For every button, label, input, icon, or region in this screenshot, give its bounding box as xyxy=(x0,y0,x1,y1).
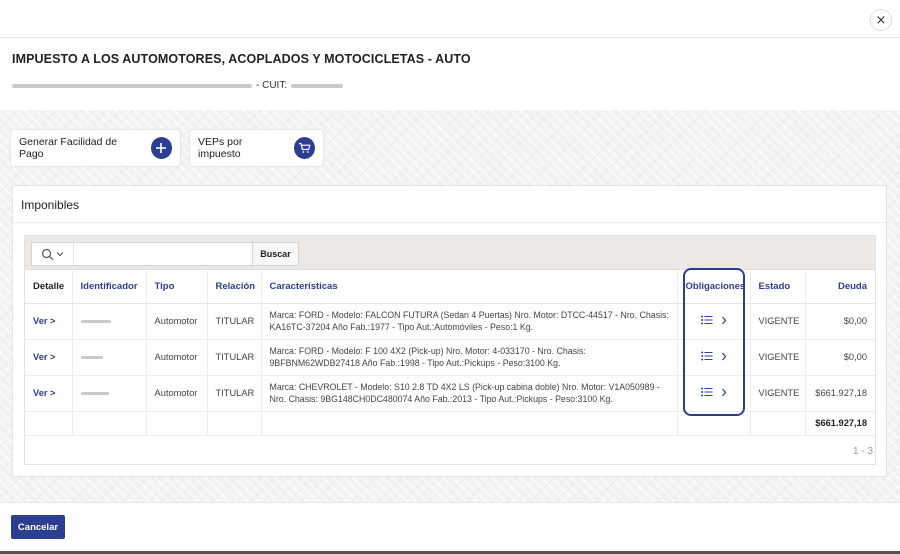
detalle-cell: Ver > xyxy=(25,339,73,376)
column-header-deuda[interactable]: Deuda xyxy=(805,271,875,304)
identificador-cell xyxy=(72,375,147,412)
obligaciones-link[interactable] xyxy=(700,315,727,325)
deuda-cell: $0,00 xyxy=(805,339,875,376)
caracteristicas-cell: Marca: FORD - Modelo: F 100 4X2 (Pick-up… xyxy=(261,339,678,376)
redacted-name xyxy=(12,83,252,88)
tipo-cell: Automotor xyxy=(146,339,208,376)
empty-cell xyxy=(677,411,751,436)
panel-divider xyxy=(13,222,886,223)
detalle-cell: Ver > xyxy=(25,375,73,412)
cart-icon xyxy=(293,137,315,159)
relacion-cell: TITULAR xyxy=(207,339,262,376)
chevron-down-icon xyxy=(56,252,64,257)
redacted-identificador xyxy=(80,356,103,360)
footer-divider xyxy=(0,502,900,503)
search-column-selector[interactable] xyxy=(31,242,73,266)
table-toolbar: Buscar xyxy=(25,236,875,270)
cancel-button[interactable]: Cancelar xyxy=(11,515,65,539)
obligaciones-link[interactable] xyxy=(700,387,727,397)
column-header-relacion[interactable]: Relación xyxy=(207,271,262,304)
identificador-cell xyxy=(72,339,147,376)
search-group: Buscar xyxy=(31,242,299,266)
ver-link[interactable]: Ver > xyxy=(33,352,56,362)
obligaciones-cell xyxy=(677,375,751,412)
dialog-header: IMPUESTO A LOS AUTOMOTORES, ACOPLADOS Y … xyxy=(0,38,900,110)
table-row: Ver > Automotor TITULAR Marca: FORD - Mo… xyxy=(25,339,875,376)
detalle-cell: Ver > xyxy=(25,303,73,340)
table-row: Ver > Automotor TITULAR Marca: CHEVROLET… xyxy=(25,375,875,412)
imponibles-table: Detalle Identificador Tipo Relación Cara… xyxy=(25,271,875,436)
chevron-right-icon xyxy=(721,388,726,396)
column-header-caracteristicas[interactable]: Características xyxy=(261,271,678,304)
empty-cell xyxy=(72,411,147,436)
tipo-cell: Automotor xyxy=(146,375,208,412)
search-input[interactable] xyxy=(73,242,253,266)
redacted-identificador xyxy=(80,392,109,396)
redacted-identificador xyxy=(80,320,111,324)
taxpayer-line: - CUIT: xyxy=(12,80,344,91)
ver-link[interactable]: Ver > xyxy=(33,316,56,326)
estado-cell: VIGENTE xyxy=(750,375,806,412)
imponibles-panel: Imponibles Buscar Detalle Identificador … xyxy=(12,185,887,477)
estado-cell: VIGENTE xyxy=(750,339,806,376)
pagination-info: 1 - 3 xyxy=(853,446,874,457)
list-icon xyxy=(700,315,712,325)
obligaciones-cell xyxy=(677,303,751,340)
identificador-cell xyxy=(72,303,147,340)
chevron-right-icon xyxy=(721,352,726,360)
caracteristicas-cell: Marca: FORD - Modelo: FALCON FUTURA (Sed… xyxy=(261,303,678,340)
page-title: IMPUESTO A LOS AUTOMOTORES, ACOPLADOS Y … xyxy=(12,52,471,66)
table-row: Ver > Automotor TITULAR Marca: FORD - Mo… xyxy=(25,303,875,340)
ver-link[interactable]: Ver > xyxy=(33,388,56,398)
empty-cell xyxy=(25,411,73,436)
list-icon xyxy=(700,351,712,361)
chevron-right-icon xyxy=(721,316,726,324)
empty-cell xyxy=(261,411,678,436)
cuit-label: - CUIT: xyxy=(256,80,288,91)
relacion-cell: TITULAR xyxy=(207,303,262,340)
column-header-estado[interactable]: Estado xyxy=(750,271,806,304)
plus-icon xyxy=(150,137,172,159)
imponibles-table-container: Buscar Detalle Identificador Tipo Relaci… xyxy=(24,235,876,465)
caracteristicas-cell: Marca: CHEVROLET - Modelo: S10 2.8 TD 4X… xyxy=(261,375,678,412)
panel-title: Imponibles xyxy=(21,198,80,212)
list-icon xyxy=(700,387,712,397)
column-header-identificador[interactable]: Identificador xyxy=(72,271,147,304)
deuda-cell: $0,00 xyxy=(805,303,875,340)
obligaciones-cell xyxy=(677,339,751,376)
generar-facilidad-label: Generar Facilidad de Pago xyxy=(19,136,118,160)
tipo-cell: Automotor xyxy=(146,303,208,340)
empty-cell xyxy=(146,411,208,436)
search-icon xyxy=(41,248,54,260)
total-row: $661.927,18 xyxy=(25,411,875,436)
column-header-tipo[interactable]: Tipo xyxy=(146,271,208,304)
relacion-cell: TITULAR xyxy=(207,375,262,412)
buscar-button[interactable]: Buscar xyxy=(253,242,299,266)
deuda-cell: $661.927,18 xyxy=(805,375,875,412)
obligaciones-link[interactable] xyxy=(700,351,727,361)
empty-cell xyxy=(207,411,262,436)
empty-cell xyxy=(750,411,806,436)
generar-facilidad-button[interactable]: Generar Facilidad de Pago xyxy=(11,130,180,166)
redacted-cuit xyxy=(291,83,344,88)
column-header-obligaciones[interactable]: Obligaciones xyxy=(677,271,751,304)
table-header-row: Detalle Identificador Tipo Relación Cara… xyxy=(25,271,875,304)
estado-cell: VIGENTE xyxy=(750,303,806,340)
veps-por-impuesto-button[interactable]: VEPs por impuesto xyxy=(190,130,323,166)
total-deuda: $661.927,18 xyxy=(805,411,875,436)
column-header-detalle: Detalle xyxy=(25,271,73,304)
close-icon[interactable]: × xyxy=(870,9,892,31)
veps-label: VEPs por impuesto xyxy=(198,136,243,160)
